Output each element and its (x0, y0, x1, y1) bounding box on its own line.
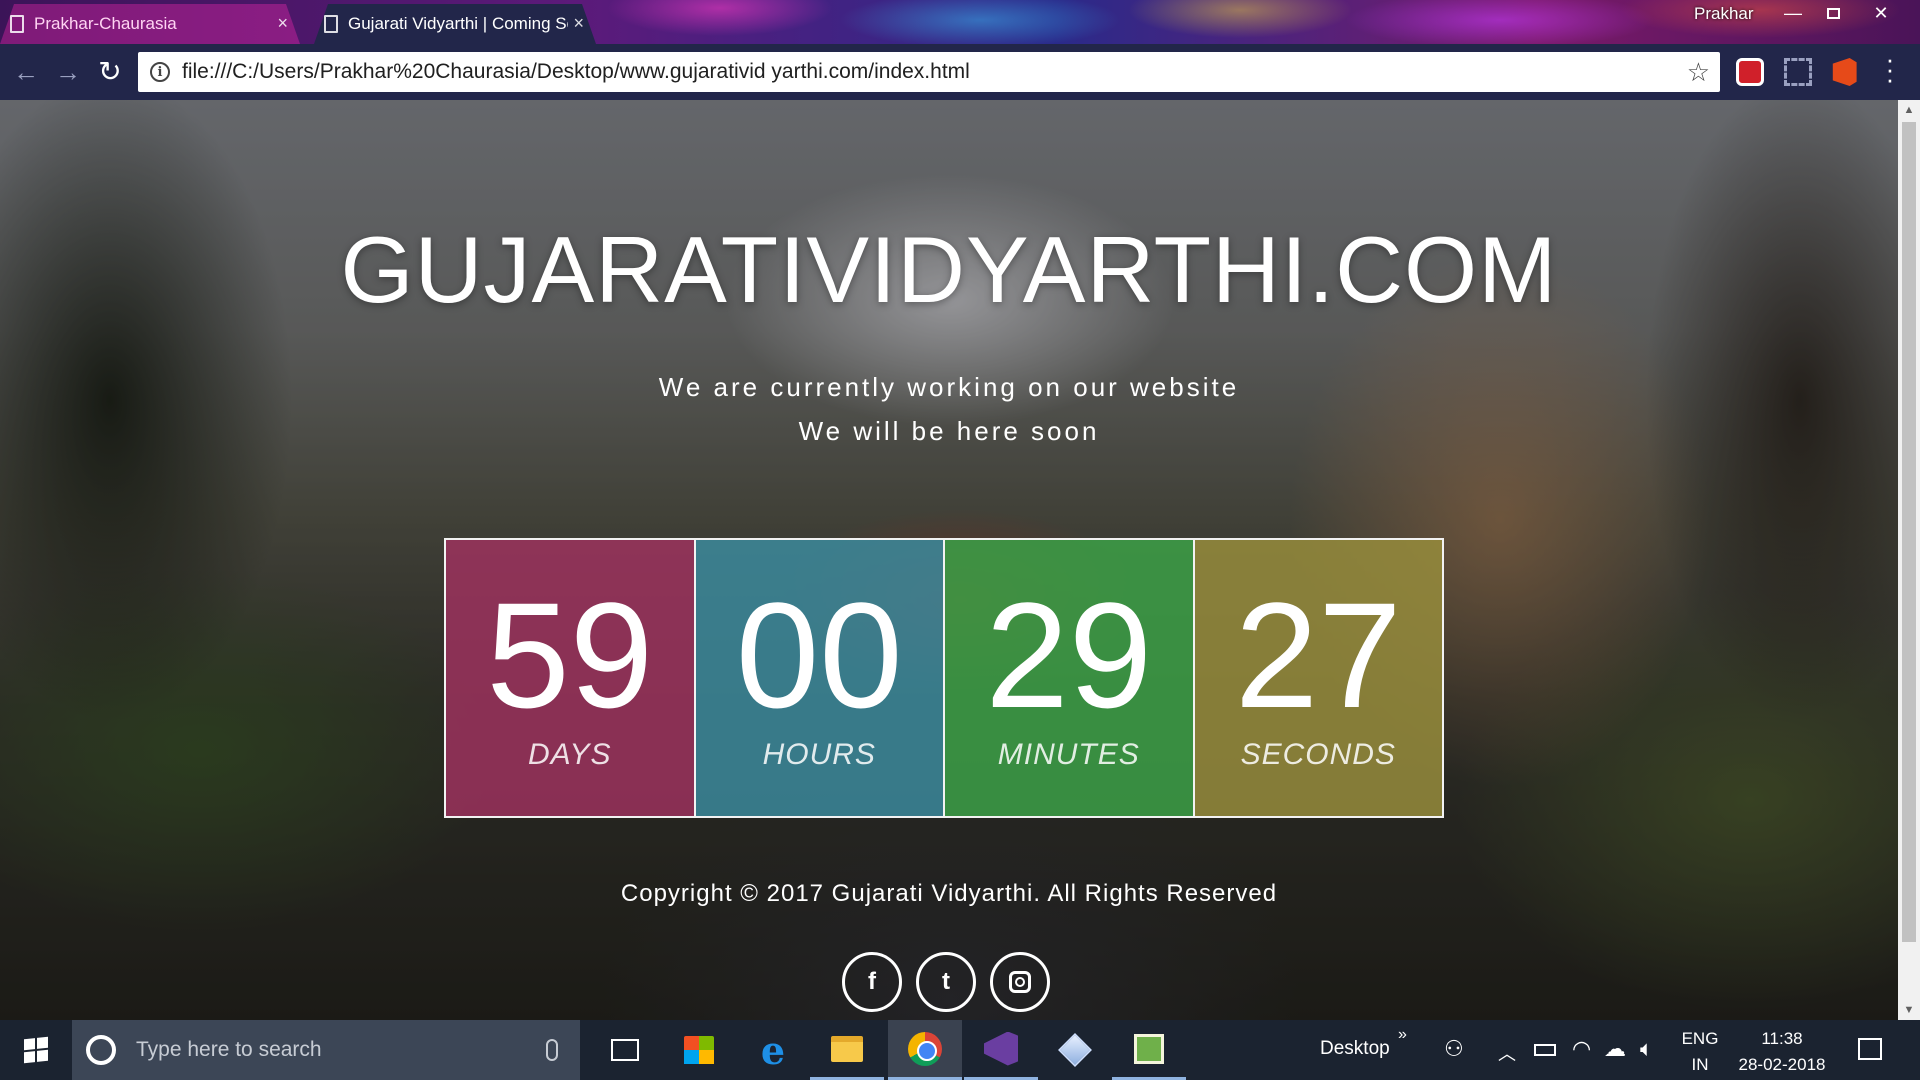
address-bar[interactable]: i file:///C:/Users/Prakhar%20Chaurasia/D… (138, 52, 1720, 92)
profile-name[interactable]: Prakhar (1694, 4, 1754, 24)
tab-gujarati-vidyarthi[interactable]: Gujarati Vidyarthi | Coming Soon × (314, 4, 596, 44)
volume-icon[interactable]: 🔈︎ (1640, 1036, 1653, 1062)
visual-studio-app[interactable] (964, 1020, 1038, 1080)
task-view-icon (611, 1039, 639, 1061)
start-button[interactable] (0, 1020, 72, 1080)
chevron-right-icon[interactable]: » (1398, 1026, 1407, 1044)
countdown-timer: 59 DAYS 00 HOURS 29 MINUTES 27 SECONDS (444, 538, 1444, 818)
close-icon[interactable]: × (277, 13, 288, 34)
people-icon[interactable]: ⚇ (1444, 1036, 1464, 1062)
spreadsheet-app[interactable] (1112, 1020, 1186, 1080)
countdown-minutes: 29 MINUTES (945, 540, 1195, 816)
tab-label: Prakhar-Chaurasia (34, 14, 177, 33)
page-viewport: GUJARATIVIDYARTHI.COM We are currently w… (0, 100, 1898, 1020)
social-links: f t (842, 952, 1050, 1012)
language-indicator[interactable]: ENG IN (1680, 1026, 1720, 1078)
store-icon (684, 1036, 714, 1064)
cortana-icon (86, 1035, 116, 1065)
scrollbar-thumb[interactable] (1902, 122, 1916, 942)
store-app[interactable] (662, 1020, 736, 1080)
seconds-label: SECONDS (1240, 738, 1396, 771)
instagram-icon[interactable] (990, 952, 1050, 1012)
tagline-working: We are currently working on our website (658, 372, 1240, 402)
back-button[interactable]: ← (12, 58, 40, 86)
tab-prakhar-chaurasia[interactable]: Prakhar-Chaurasia × (0, 4, 300, 44)
document-icon (10, 15, 24, 33)
edge-app[interactable]: e (736, 1020, 810, 1080)
close-icon[interactable]: × (573, 13, 584, 34)
instagram-glyph (1009, 971, 1031, 993)
scroll-up-arrow-icon[interactable]: ▲ (1898, 100, 1920, 120)
tab-label: Gujarati Vidyarthi | Coming Soon (348, 14, 568, 33)
chrome-app[interactable] (888, 1020, 962, 1080)
edge-icon: e (760, 1027, 786, 1073)
restore-icon (1826, 8, 1840, 19)
countdown-days: 59 DAYS (446, 540, 696, 816)
visual-studio-icon (984, 1031, 1018, 1066)
document-icon (324, 15, 338, 33)
clock-time: 11:38 (1761, 1029, 1803, 1048)
forward-button[interactable]: → (54, 58, 82, 86)
browser-toolbar: ← → ↻ i file:///C:/Users/Prakhar%20Chaur… (0, 44, 1920, 100)
3d-viewer-app[interactable] (1038, 1020, 1112, 1080)
spreadsheet-icon (1134, 1033, 1164, 1064)
vertical-scrollbar[interactable]: ▲ ▼ (1898, 100, 1920, 1020)
language-code: ENG (1681, 1029, 1719, 1048)
maximize-button[interactable] (1814, 0, 1852, 28)
hours-label: HOURS (762, 738, 876, 771)
copyright-text: Copyright © 2017 Gujarati Vidyarthi. All… (620, 880, 1278, 907)
browser-menu-button[interactable]: · · · (1880, 46, 1900, 92)
cube-icon (1058, 1033, 1092, 1067)
battery-icon[interactable] (1534, 1044, 1556, 1056)
folder-icon (831, 1035, 863, 1062)
hours-value: 00 (735, 571, 903, 739)
chrome-icon (908, 1031, 942, 1066)
countdown-seconds: 27 SECONDS (1194, 540, 1442, 816)
screen-capture-icon[interactable] (1784, 58, 1812, 86)
windows-taskbar: Type here to search e Desktop » ⚇ ︿ ◠ ☁ … (0, 1020, 1920, 1080)
countdown-hours: 00 HOURS (695, 540, 945, 816)
search-placeholder[interactable]: Type here to search (136, 1038, 546, 1062)
region-code: IN (1691, 1055, 1709, 1074)
chevron-up-icon[interactable]: ︿ (1498, 1040, 1516, 1066)
info-icon[interactable]: i (150, 62, 170, 82)
scroll-down-arrow-icon[interactable]: ▼ (1898, 1000, 1920, 1020)
microphone-icon[interactable] (546, 1039, 558, 1061)
windows-logo-icon (24, 1036, 48, 1064)
site-title: GUJARATIVIDYARTHI.COM (340, 217, 1558, 322)
wifi-icon[interactable]: ◠ (1572, 1036, 1591, 1062)
facebook-icon[interactable]: f (842, 952, 902, 1012)
file-explorer-app[interactable] (810, 1020, 884, 1080)
close-window-button[interactable]: ✕ (1862, 0, 1900, 28)
days-label: DAYS (528, 738, 612, 771)
reload-button[interactable]: ↻ (96, 58, 124, 86)
twitter-icon[interactable]: t (916, 952, 976, 1012)
task-view-button[interactable] (588, 1020, 662, 1080)
coming-soon-page: GUJARATIVIDYARTHI.COM We are currently w… (0, 100, 1898, 1020)
seconds-value: 27 (1234, 571, 1402, 739)
onedrive-cloud-icon[interactable]: ☁ (1604, 1036, 1626, 1062)
desktop-toolbar-label[interactable]: Desktop (1320, 1038, 1390, 1060)
taskbar-search-box[interactable]: Type here to search (72, 1020, 580, 1080)
days-value: 59 (486, 571, 654, 739)
url-text[interactable]: file:///C:/Users/Prakhar%20Chaurasia/Des… (182, 60, 1687, 84)
minutes-value: 29 (985, 571, 1153, 739)
clock-date: 28-02-2018 (1738, 1055, 1826, 1074)
minutes-label: MINUTES (997, 738, 1140, 771)
tagline-soon: We will be here soon (798, 416, 1100, 446)
browser-tab-strip: Prakhar-Chaurasia × Gujarati Vidyarthi |… (0, 0, 1920, 44)
bookmark-star-icon[interactable]: ☆ (1687, 57, 1710, 88)
minimize-button[interactable]: — (1774, 0, 1812, 28)
office-icon[interactable] (1832, 58, 1857, 86)
extension-shield-icon[interactable] (1736, 58, 1764, 86)
clock[interactable]: 11:38 28-02-2018 (1732, 1026, 1832, 1078)
notification-center-icon[interactable] (1858, 1038, 1882, 1060)
